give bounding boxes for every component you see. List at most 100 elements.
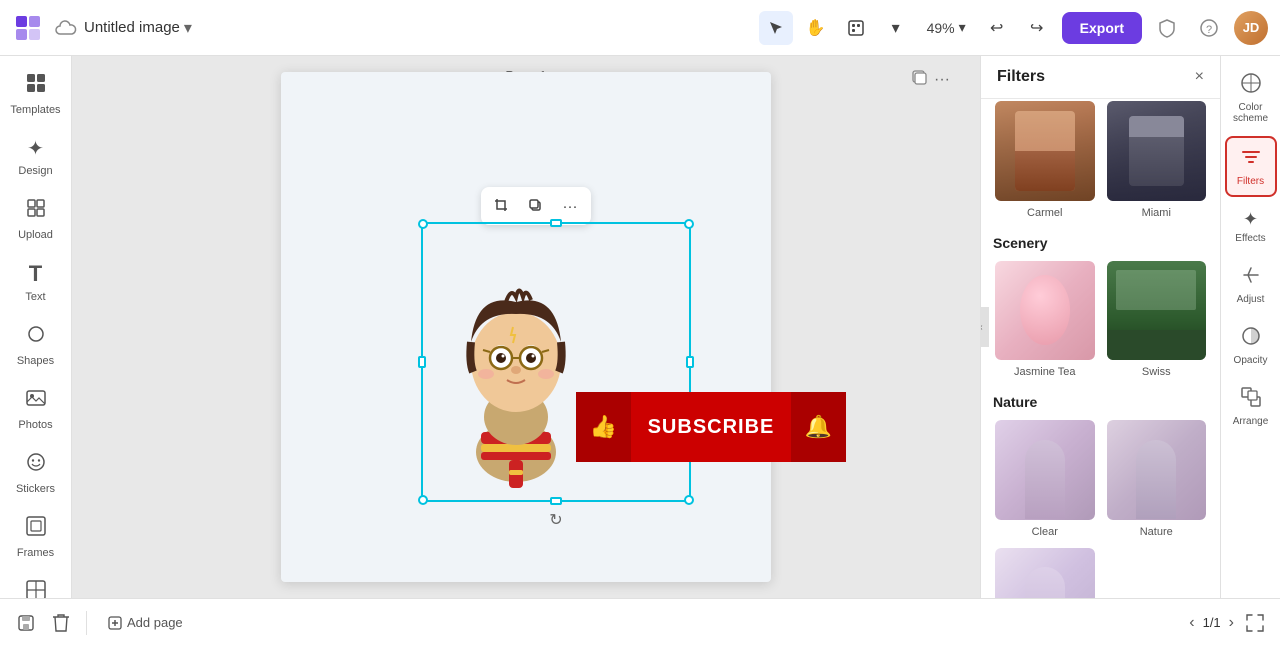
topbar: Untitled image ▾ ✋ ▾ 49% ▾ ↩ ↪ Export ? … [0, 0, 1280, 56]
next-page-button[interactable]: › [1229, 614, 1234, 632]
add-page-label: Add page [127, 615, 183, 630]
undo-button[interactable]: ↩ [980, 11, 1014, 45]
filters-icon [1240, 146, 1262, 173]
panel-header: Filters × [981, 56, 1220, 99]
effects-label: Effects [1235, 233, 1265, 244]
rail-item-effects[interactable]: ✦ Effects [1225, 201, 1277, 252]
frames-icon [25, 515, 47, 543]
zoom-selector[interactable]: 49% ▾ [919, 15, 974, 40]
filter-thumb-jasmine-tea [993, 259, 1097, 363]
page-copy-button[interactable] [910, 68, 928, 91]
filter-name-miami: Miami [1142, 207, 1171, 219]
filter-grid-nature: Clear Nature Brigh [993, 418, 1208, 598]
cloud-icon [52, 14, 80, 42]
resize-handle-br[interactable] [684, 495, 694, 505]
duplicate-button[interactable] [521, 191, 551, 221]
prev-page-button[interactable]: ‹ [1189, 614, 1194, 632]
like-button-element[interactable]: 👍 [576, 392, 631, 462]
title-chevron-icon[interactable]: ▾ [184, 18, 192, 38]
color-scheme-label: Color scheme [1229, 102, 1273, 124]
export-button[interactable]: Export [1062, 12, 1142, 44]
layout-tool-button[interactable] [839, 11, 873, 45]
rotate-handle[interactable]: ↻ [549, 510, 562, 530]
canvas-area[interactable]: Page 1 ··· ··· [72, 56, 980, 598]
filter-item-carmel[interactable]: Carmel [993, 99, 1097, 219]
bell-button-element[interactable]: 🔔 [791, 392, 846, 462]
shapes-label: Shapes [17, 355, 54, 367]
right-rail: Color scheme Filters ✦ Effects Adjust Op… [1220, 56, 1280, 598]
shield-icon-button[interactable] [1150, 11, 1184, 45]
add-page-button[interactable]: Add page [99, 611, 191, 635]
fit-page-button[interactable] [1242, 610, 1268, 636]
resize-handle-tr[interactable] [684, 219, 694, 229]
rail-item-filters[interactable]: Filters [1225, 136, 1277, 197]
filters-content: Carmel Miami [981, 99, 1220, 598]
stickers-icon [25, 451, 47, 479]
resize-handle-bm[interactable] [550, 497, 562, 505]
sidebar-item-text[interactable]: T Text [4, 253, 68, 311]
zoom-value: 49% [927, 20, 955, 36]
sidebar-item-frames[interactable]: Frames [4, 507, 68, 567]
adjust-label: Adjust [1237, 294, 1265, 305]
filter-thumb-miami [1105, 99, 1209, 203]
filter-grid-scenery: Jasmine Tea Swiss [993, 259, 1208, 379]
subscribe-text-element[interactable]: SUBSCRIBE [631, 392, 791, 462]
sidebar-item-shapes[interactable]: Shapes [4, 315, 68, 375]
sidebar-item-upload[interactable]: Upload [4, 189, 68, 249]
adjust-icon [1240, 264, 1262, 291]
design-icon: ✦ [27, 136, 44, 161]
center-tools: ✋ ▾ 49% ▾ ↩ ↪ [759, 11, 1054, 45]
panel-collapse-handle[interactable]: ‹ [980, 307, 989, 347]
crop-button[interactable] [487, 191, 517, 221]
trash-button[interactable] [48, 609, 74, 637]
select-tool-button[interactable] [759, 11, 793, 45]
sidebar-item-collage[interactable]: Collage [4, 571, 68, 598]
redo-button[interactable]: ↪ [1020, 11, 1054, 45]
resize-handle-mr[interactable] [686, 356, 694, 368]
design-label: Design [18, 165, 52, 177]
sidebar-item-stickers[interactable]: Stickers [4, 443, 68, 503]
templates-label: Templates [10, 104, 60, 116]
filter-item-miami[interactable]: Miami [1105, 99, 1209, 219]
rail-item-color-scheme[interactable]: Color scheme [1225, 64, 1277, 132]
save-button[interactable] [12, 609, 40, 637]
rail-item-arrange[interactable]: Arrange [1225, 378, 1277, 435]
filter-item-brighten[interactable]: Brighten [993, 546, 1097, 599]
filter-item-swiss[interactable]: Swiss [1105, 259, 1209, 379]
subscribe-element[interactable]: 👍 SUBSCRIBE 🔔 [576, 392, 846, 462]
effects-icon: ✦ [1243, 209, 1258, 230]
rail-item-adjust[interactable]: Adjust [1225, 256, 1277, 313]
layout-chevron-button[interactable]: ▾ [879, 11, 913, 45]
page-nav: ‹ 1/1 › [1189, 614, 1234, 632]
canvas-page: ··· [281, 72, 771, 582]
filter-thumb-swiss [1105, 259, 1209, 363]
hand-tool-button[interactable]: ✋ [799, 11, 833, 45]
filter-item-jasmine-tea[interactable]: Jasmine Tea [993, 259, 1097, 379]
filter-thumb-carmel [993, 99, 1097, 203]
sidebar-item-photos[interactable]: Photos [4, 379, 68, 439]
filter-name-nature: Nature [1140, 526, 1173, 538]
panel-close-button[interactable]: × [1195, 68, 1204, 86]
section-label-scenery: Scenery [993, 223, 1208, 259]
more-options-button[interactable]: ··· [555, 191, 585, 221]
filter-name-clear: Clear [1032, 526, 1058, 538]
filters-panel: ‹ Filters × [980, 56, 1220, 598]
svg-text:?: ? [1206, 24, 1212, 36]
filter-item-nature[interactable]: Nature [1105, 418, 1209, 538]
filter-name-jasmine-tea: Jasmine Tea [1014, 366, 1076, 378]
sidebar-item-templates[interactable]: Templates [4, 64, 68, 124]
sidebar-item-design[interactable]: ✦ Design [4, 128, 68, 185]
filter-item-clear[interactable]: Clear [993, 418, 1097, 538]
photos-icon [25, 387, 47, 415]
stickers-label: Stickers [16, 483, 55, 495]
resize-handle-ml[interactable] [418, 356, 426, 368]
page-more-button[interactable]: ··· [934, 68, 950, 91]
text-label: Text [25, 291, 45, 303]
app-logo[interactable] [12, 12, 44, 44]
help-icon-button[interactable]: ? [1192, 11, 1226, 45]
rail-item-opacity[interactable]: Opacity [1225, 317, 1277, 374]
bottom-divider [86, 611, 87, 635]
user-avatar[interactable]: JD [1234, 11, 1268, 45]
filter-thumb-nature [1105, 418, 1209, 522]
filter-thumb-brighten [993, 546, 1097, 599]
